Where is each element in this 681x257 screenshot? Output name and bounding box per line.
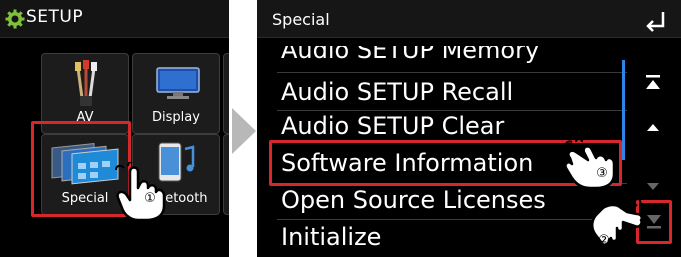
scroll-down-icon[interactable] bbox=[641, 176, 665, 196]
menu-item-open-source-licenses[interactable]: Open Source Licenses bbox=[281, 182, 546, 218]
back-arrow-icon[interactable] bbox=[643, 8, 669, 32]
step-1-marker: ① bbox=[144, 191, 156, 206]
chevron-right-icon bbox=[232, 108, 256, 154]
scroll-bottom-icon bbox=[647, 215, 661, 229]
step-3-marker: ③ bbox=[596, 166, 608, 181]
display-label: Display bbox=[152, 110, 200, 125]
setup-titlebar: SETUP bbox=[0, 0, 229, 38]
setup-screen: SETUP AV Display Special Bluetooth ① bbox=[0, 0, 229, 257]
partial-tile[interactable] bbox=[223, 53, 229, 134]
monitor-icon bbox=[156, 67, 200, 99]
scrollbar[interactable] bbox=[622, 60, 625, 160]
scroll-up-icon[interactable] bbox=[641, 118, 665, 138]
scroll-top-icon[interactable] bbox=[641, 72, 665, 94]
special-titlebar: Special bbox=[257, 0, 681, 38]
display-tile[interactable]: Display bbox=[132, 53, 220, 134]
setup-title: SETUP bbox=[26, 7, 84, 27]
menu-item-audio-setup-recall[interactable]: Audio SETUP Recall bbox=[281, 74, 513, 110]
step-2-marker: ② bbox=[598, 233, 610, 248]
tap-hand-icon bbox=[564, 140, 616, 190]
menu-item-initialize[interactable]: Initialize bbox=[281, 219, 381, 255]
special-screen: Special Audio SETUP Memory Audio SETUP R… bbox=[257, 0, 681, 257]
menu-item-audio-setup-clear[interactable]: Audio SETUP Clear bbox=[281, 108, 504, 136]
rca-cables-icon bbox=[75, 60, 97, 106]
divider bbox=[277, 72, 627, 73]
special-title: Special bbox=[272, 10, 330, 29]
partial-tile[interactable] bbox=[223, 134, 229, 215]
gear-icon bbox=[5, 9, 25, 29]
